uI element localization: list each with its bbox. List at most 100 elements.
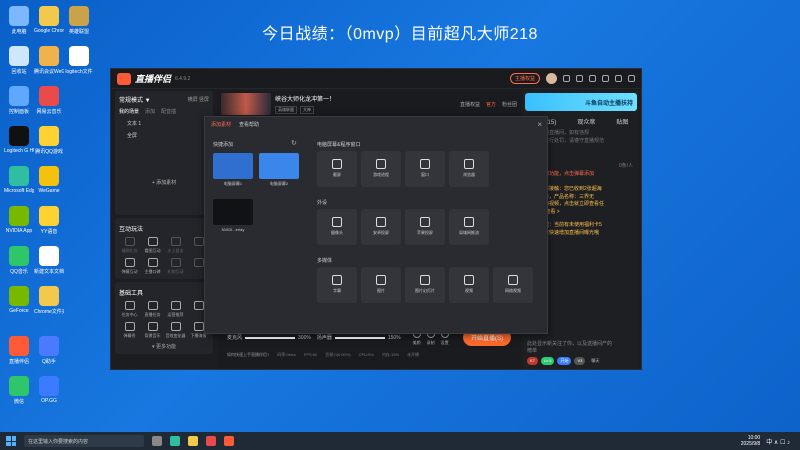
desktop-icon[interactable]: QQ音乐 — [4, 246, 34, 275]
desktop-icon[interactable]: Logitech G HUB — [4, 126, 34, 154]
maximize-icon[interactable] — [615, 75, 622, 82]
desktop-icon[interactable]: 回收站 — [4, 46, 34, 75]
fan-club-link[interactable]: 粉丝团 — [502, 101, 517, 108]
tool-button[interactable]: 任务中心 — [119, 301, 140, 318]
desktop-icon[interactable]: OP.GG — [34, 376, 64, 404]
tab-stickers[interactable]: 贴图 — [616, 117, 628, 126]
close-icon[interactable] — [628, 75, 635, 82]
speaker-volume[interactable]: 扬声器 150% — [317, 334, 401, 342]
chat-label[interactable]: 聊天 — [588, 357, 602, 365]
scene-item-fullscreen[interactable]: 全屏 — [119, 132, 209, 139]
windows-start-icon[interactable] — [6, 436, 16, 446]
tool-button[interactable]: 礼物互动 — [165, 258, 186, 275]
tab-dub[interactable]: 配音插 — [161, 108, 176, 115]
live-tag[interactable]: 英雄联盟 — [275, 106, 297, 114]
quick-add-card[interactable]: NVIDI...erlay — [213, 199, 253, 232]
source-button[interactable]: 游戏进程 — [361, 151, 401, 187]
speaker-slider[interactable] — [334, 336, 385, 339]
live-benefits-link[interactable]: 直播权益 — [460, 101, 480, 108]
clock[interactable]: 10:00 2025/9/8 — [741, 435, 760, 448]
system-tray[interactable]: 中 ∧ ☐ ♪ — [766, 437, 790, 446]
desktop-icon[interactable]: logitech文件 — [64, 46, 94, 75]
tool-button[interactable]: 主播口碑 — [142, 258, 163, 275]
quick-add-card[interactable]: 电脑屏幕1 — [213, 153, 253, 187]
app-icon — [9, 246, 29, 266]
minimize-icon[interactable] — [602, 75, 609, 82]
tab-add[interactable]: 添加 — [145, 108, 155, 115]
source-button[interactable]: 窗口 — [405, 151, 445, 187]
promo-banner[interactable]: 斗鱼自动主播扶持 — [525, 93, 637, 111]
edge-icon[interactable] — [170, 436, 180, 446]
desktop-icon[interactable]: 直播伴侣 — [4, 336, 34, 365]
avatar[interactable] — [546, 73, 557, 84]
desktop-icon[interactable]: 腾讯会议WeGame — [34, 46, 64, 75]
tool-button[interactable]: 看图互动 — [142, 237, 163, 254]
chrome-icon[interactable] — [206, 436, 216, 446]
official-badge[interactable]: 官方 — [486, 101, 496, 108]
desktop-icon[interactable]: 此电脑 — [4, 6, 34, 35]
tab-help[interactable]: 查看帮助 — [239, 121, 259, 128]
source-button[interactable]: 图片幻灯片 — [405, 267, 445, 303]
desktop-icon[interactable]: Google Chrome — [34, 6, 64, 34]
source-button[interactable]: 网络视频 — [493, 267, 533, 303]
add-source-button[interactable]: + 添加素材 — [119, 179, 209, 186]
source-button[interactable]: 摄像头 — [317, 209, 357, 245]
tool-label: 水上狙击 — [167, 248, 184, 253]
tool-button[interactable]: 音效变化器 — [165, 322, 186, 339]
source-button[interactable]: 浏览器 — [449, 151, 489, 187]
source-button[interactable]: 字幕 — [317, 267, 357, 303]
desktop-icon[interactable]: 微信 — [4, 376, 34, 405]
refresh-icon[interactable]: ↻ — [291, 139, 297, 147]
desktop-icon[interactable]: WeGame — [34, 166, 64, 194]
source-button[interactable]: 图片 — [361, 267, 401, 303]
tab-add-material[interactable]: 添加素材 — [211, 121, 231, 128]
desktop-icon[interactable]: 英雄联盟 — [64, 6, 94, 35]
tool-button[interactable]: 弹幕互动 — [119, 258, 140, 275]
desktop-icon[interactable]: GeForce — [4, 286, 34, 314]
live-tag[interactable]: 大神 — [300, 106, 314, 114]
task-view-icon[interactable] — [152, 436, 162, 446]
close-icon[interactable]: × — [537, 120, 542, 129]
source-button[interactable]: 视频 — [449, 267, 489, 303]
mic-volume[interactable]: 麦克风 300% — [227, 334, 311, 342]
tab-my-scenes[interactable]: 我的场景 — [119, 108, 139, 115]
tool-button[interactable]: 运营推荐 — [165, 301, 186, 318]
desktop-icon[interactable]: 控制面板 — [4, 86, 34, 115]
live-title[interactable]: 峡谷大师化龙冲第一！ — [275, 94, 335, 103]
mic-slider[interactable] — [245, 336, 296, 339]
explorer-icon[interactable] — [188, 436, 198, 446]
source-button[interactable]: 局域网推流 — [449, 209, 489, 245]
quick-add-card[interactable]: 电脑屏幕2 — [259, 153, 299, 187]
source-button[interactable]: 安卓投屏 — [361, 209, 401, 245]
source-button[interactable]: 苹果投屏 — [405, 209, 445, 245]
source-button[interactable]: 截屏 — [317, 151, 357, 187]
live-companion-taskbar-icon[interactable] — [224, 436, 234, 446]
tool-button[interactable]: 弹幕秀 — [119, 322, 140, 339]
desktop-icon[interactable]: 腾讯QQ游戏 — [34, 126, 64, 155]
desktop-icon[interactable]: Microsoft Edge — [4, 166, 34, 194]
tool-button[interactable]: 背景音乐 — [142, 322, 163, 339]
quick-start-link[interactable]: 如何快速上手直播伴侣? — [227, 352, 269, 358]
desktop-icon[interactable]: Q助手 — [34, 336, 64, 365]
desktop-icon[interactable]: 新建文本文档 — [34, 246, 64, 275]
live-cover-thumbnail[interactable] — [221, 93, 271, 115]
scene-item-text[interactable]: 文本 1 — [119, 120, 209, 127]
tool-button[interactable]: 福袋礼包 — [119, 237, 140, 254]
tool-button[interactable]: 直播任务 — [142, 301, 163, 318]
mode-select[interactable]: 常规模式 ▼ — [119, 95, 151, 104]
desktop-icon[interactable]: YY语音 — [34, 206, 64, 235]
tab-audience[interactable]: 观众席 — [577, 117, 595, 126]
desktop-icon[interactable]: 网易云音乐 — [34, 86, 64, 115]
desktop-icon-label: Q助手 — [42, 359, 56, 365]
orientation-toggle[interactable]: 横屏 竖屏 — [188, 96, 209, 103]
tool-button[interactable]: 水上狙击 — [165, 237, 186, 254]
desktop-icon[interactable]: NVIDIA App — [4, 206, 34, 234]
more-features-button[interactable]: ▾ 更多功能 — [119, 343, 209, 350]
message-icon[interactable] — [576, 75, 583, 82]
desktop-icon[interactable]: Chrome文件夹 — [34, 286, 64, 315]
taskbar-search[interactable]: 在这里输入你要搜索的内容 — [24, 435, 144, 447]
tool-icon — [124, 237, 135, 246]
host-benefits-button[interactable]: 主播权益 — [509, 73, 540, 84]
headset-icon[interactable] — [563, 75, 570, 82]
settings-icon[interactable] — [589, 75, 596, 82]
